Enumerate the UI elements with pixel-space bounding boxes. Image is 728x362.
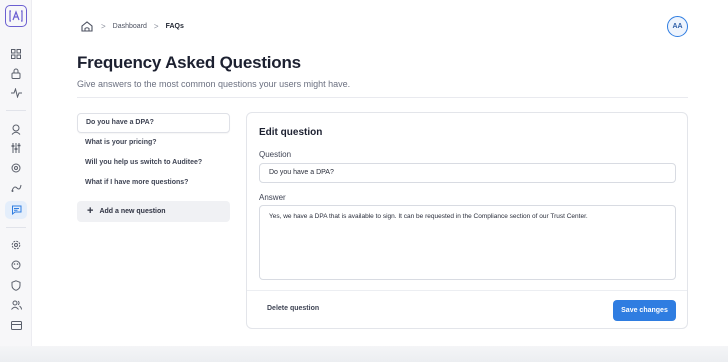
plus-icon: +	[87, 205, 94, 217]
question-item[interactable]: What is your pricing?	[77, 133, 230, 153]
palette-icon[interactable]	[9, 258, 23, 272]
answer-textarea[interactable]: Yes, we have a DPA that is available to …	[259, 205, 676, 280]
breadcrumb-current: FAQs	[165, 22, 184, 30]
add-question-button[interactable]: + Add a new question	[77, 201, 230, 222]
sidebar-divider	[6, 227, 26, 228]
page-title: Frequency Asked Questions	[77, 53, 301, 72]
panel-footer-divider	[247, 290, 687, 291]
question-field-label: Question	[259, 150, 292, 159]
breadcrumb-separator: >	[153, 21, 159, 31]
faq-chat-icon[interactable]	[5, 201, 27, 219]
question-item[interactable]: What if I have more questions?	[77, 173, 230, 193]
save-changes-button[interactable]: Save changes	[613, 300, 676, 321]
question-item[interactable]: Will you help us switch to Auditee?	[77, 153, 230, 173]
breadcrumb-dashboard-link[interactable]: Dashboard	[113, 23, 147, 30]
route-icon[interactable]	[9, 181, 23, 195]
question-list: Do you have a DPA? What is your pricing?…	[77, 113, 230, 193]
sliders-icon[interactable]	[9, 141, 23, 155]
sidebar-divider	[6, 110, 26, 111]
team-icon[interactable]	[9, 298, 23, 312]
users-search-icon[interactable]	[9, 122, 23, 136]
lock-icon[interactable]	[9, 66, 23, 80]
shield-icon[interactable]	[9, 278, 23, 292]
question-input[interactable]: Do you have a DPA?	[259, 163, 676, 183]
delete-question-button[interactable]: Delete question	[267, 305, 319, 312]
breadcrumb-separator: >	[101, 21, 106, 31]
panel-title: Edit question	[259, 127, 323, 138]
sidebar	[0, 0, 32, 362]
settings-icon[interactable]	[9, 238, 23, 252]
home-icon[interactable]	[80, 19, 94, 33]
activity-icon[interactable]	[9, 86, 23, 100]
edit-question-panel: Edit question Question Do you have a DPA…	[246, 112, 688, 329]
bottom-band	[0, 346, 728, 362]
layers-icon[interactable]	[9, 161, 23, 175]
logo-mark-icon	[9, 10, 23, 22]
page-subtitle: Give answers to the most common question…	[77, 79, 351, 89]
add-question-label: Add a new question	[99, 208, 166, 215]
app-logo[interactable]	[5, 5, 27, 27]
breadcrumb: > Dashboard > FAQs	[80, 18, 184, 34]
answer-field-label: Answer	[259, 193, 286, 202]
billing-icon[interactable]	[9, 318, 23, 332]
header-divider	[77, 97, 688, 98]
user-avatar[interactable]: AA	[667, 16, 688, 37]
question-item-selected[interactable]: Do you have a DPA?	[77, 113, 230, 133]
grid-icon[interactable]	[9, 47, 23, 61]
